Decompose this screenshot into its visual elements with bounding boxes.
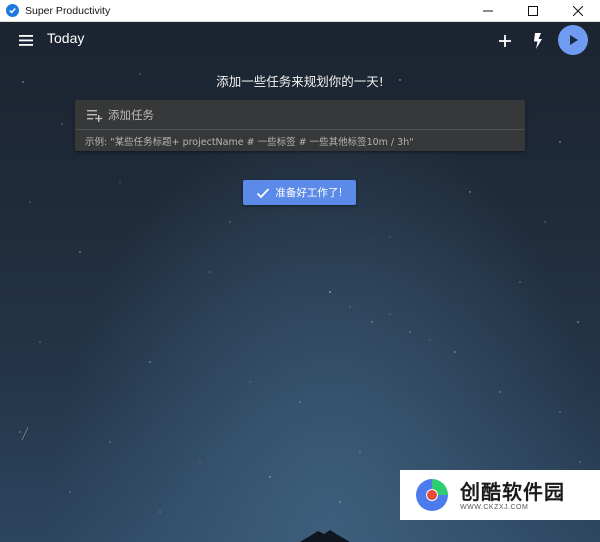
window-title: Super Productivity xyxy=(25,4,111,17)
close-button[interactable] xyxy=(555,0,600,22)
minimize-icon xyxy=(482,10,493,12)
playlist-add-icon xyxy=(87,110,103,122)
lightning-icon xyxy=(534,33,542,49)
app-check-icon xyxy=(6,4,19,17)
maximize-button[interactable] xyxy=(510,0,555,22)
add-task-card: 示例: "某些任务标题+ projectName # 一些标签 # 一些其他标签… xyxy=(75,100,525,151)
check-icon xyxy=(257,187,270,198)
watermark-name: 创酷软件园 xyxy=(460,479,565,504)
focus-mode-button[interactable] xyxy=(528,30,548,52)
menu-icon xyxy=(19,35,33,46)
add-task-button[interactable] xyxy=(494,30,516,52)
add-task-input[interactable] xyxy=(108,105,508,125)
maximize-icon xyxy=(527,6,538,16)
minimize-button[interactable] xyxy=(465,0,510,22)
watermark-url: WWW.CKZXJ.COM xyxy=(460,503,529,511)
play-button[interactable] xyxy=(558,25,588,55)
watermark: 创酷软件园 WWW.CKZXJ.COM xyxy=(400,470,600,520)
add-task-row xyxy=(75,100,525,130)
plus-icon xyxy=(499,35,511,47)
watermark-logo xyxy=(416,479,448,511)
add-task-hint: 示例: "某些任务标题+ projectName # 一些标签 # 一些其他标签… xyxy=(85,137,414,148)
play-icon xyxy=(570,35,578,45)
window-titlebar: Super Productivity xyxy=(0,0,600,22)
app-background: Today 添加一些任务来规划你的一天! 添加任务 示例: "某些任务标题+ p… xyxy=(0,22,600,542)
close-icon xyxy=(572,6,583,16)
app-header: Today xyxy=(0,22,600,58)
menu-button[interactable] xyxy=(16,30,38,50)
ready-to-work-label: 准备好工作了! xyxy=(275,187,343,199)
page-title: Today xyxy=(47,30,85,46)
plan-day-heading: 添加一些任务来规划你的一天! xyxy=(216,74,384,89)
ready-to-work-button[interactable]: 准备好工作了! xyxy=(243,180,356,205)
mountain-silhouette xyxy=(300,530,350,542)
